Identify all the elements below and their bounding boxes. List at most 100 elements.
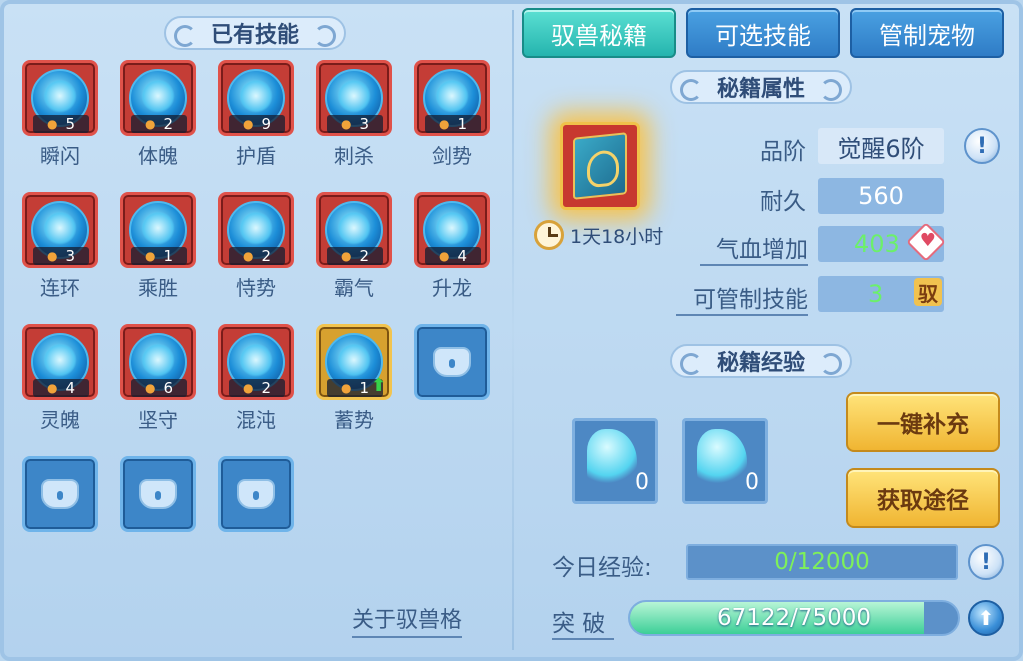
timer: 1天18小时 [534, 220, 663, 250]
book-cover [573, 132, 627, 200]
breakthrough-label: 突 破 [552, 604, 614, 640]
grade-label: 品阶 [760, 139, 806, 165]
skill-name: 剑势 [432, 144, 472, 168]
skill-slot[interactable]: ● 2 霸气 [314, 192, 394, 300]
manual-exp-title-text: 秘籍经验 [716, 351, 805, 376]
skill-name: 刺杀 [334, 144, 374, 168]
skill-level: 9 [261, 115, 272, 133]
skill-slot[interactable]: ● 2 恃势 [216, 192, 296, 300]
skill-icon: ● 3 [22, 192, 98, 268]
skill-level-badge: ● 2 [131, 115, 187, 133]
skill-level-badge: ● 1 [425, 115, 481, 133]
paw-icon: ● [144, 117, 156, 131]
paw-icon: ● [340, 249, 352, 263]
hp-bonus-value-text: 403 [854, 230, 900, 258]
skill-icon: ● 2 [120, 60, 196, 136]
manual-attributes-title-text: 秘籍属性 [716, 77, 805, 102]
skill-level: 2 [261, 247, 272, 265]
skill-slot[interactable]: ● 2 体魄 [118, 60, 198, 168]
skill-level: 5 [65, 115, 76, 133]
lock-icon [139, 479, 177, 509]
skill-glyph [435, 79, 469, 113]
durability-value: 560 [818, 178, 944, 214]
tab-controlled-pets[interactable]: 管制宠物 [850, 8, 1004, 58]
skill-glyph [141, 79, 175, 113]
paw-icon: ● [46, 249, 58, 263]
skill-icon: ● 4 [22, 324, 98, 400]
skill-icon: ● 6 [120, 324, 196, 400]
skill-slot[interactable]: ● 6 坚守 [118, 324, 198, 432]
skill-level: 2 [359, 247, 370, 265]
paw-icon: ● [242, 117, 254, 131]
skill-glyph [239, 343, 273, 377]
skill-glyph [43, 343, 77, 377]
locked-slot[interactable] [120, 456, 196, 532]
skill-level-badge: ● 1 [131, 247, 187, 265]
breakthrough-up-button[interactable]: ⬆ [968, 600, 1004, 636]
about-link[interactable]: 关于驭兽格 [352, 602, 463, 638]
manual-exp-title: 秘籍经验 [670, 344, 852, 378]
skill-name: 体魄 [138, 144, 178, 168]
locked-slot[interactable] [414, 324, 490, 400]
skill-name: 蓄势 [334, 408, 374, 432]
lock-icon [433, 347, 471, 377]
skill-level-badge: ● 3 [327, 115, 383, 133]
grade-info-button[interactable]: ! [964, 128, 1000, 164]
locked-slot[interactable] [218, 456, 294, 532]
timer-text: 1天18小时 [570, 225, 664, 248]
skill-slot[interactable]: ● 9 护盾 [216, 60, 296, 168]
skill-slot[interactable]: ● 4 灵魄 [20, 324, 100, 432]
skill-glyph [435, 211, 469, 245]
skill-level-badge: ● 2 [229, 379, 285, 397]
skill-slot[interactable]: ● 4 升龙 [412, 192, 492, 300]
lock-icon [41, 479, 79, 509]
paw-icon: ● [46, 117, 58, 131]
skill-slot[interactable]: ● 1 剑势 [412, 60, 492, 168]
durability-label: 耐久 [760, 189, 806, 215]
skill-level-badge: ● 5 [33, 115, 89, 133]
clock-icon [534, 220, 564, 250]
today-exp-value-text: 0/12000 [774, 549, 870, 575]
tab-beast-manual[interactable]: 驭兽秘籍 [522, 8, 676, 58]
manual-attributes-title: 秘籍属性 [670, 70, 852, 104]
exp-item-2[interactable]: 0 [682, 418, 768, 504]
skill-level: 6 [163, 379, 174, 397]
paw-icon: ● [242, 249, 254, 263]
skill-glyph [337, 211, 371, 245]
skill-name: 霸气 [334, 276, 374, 300]
manual-book-icon[interactable] [560, 122, 640, 210]
skill-slot[interactable]: ● 2 混沌 [216, 324, 296, 432]
skill-slot[interactable]: ● 1 乘胜 [118, 192, 198, 300]
skill-name: 护盾 [236, 144, 276, 168]
skill-name: 恃势 [236, 276, 276, 300]
today-exp-info-button[interactable]: ! [968, 544, 1004, 580]
skill-level: 4 [457, 247, 468, 265]
skill-slot[interactable]: ● 3 连环 [20, 192, 100, 300]
paw-icon: ● [340, 381, 352, 395]
skill-slot[interactable]: ● 5 瞬闪 [20, 60, 100, 168]
skill-glyph [337, 79, 371, 113]
skill-icon: ● 9 [218, 60, 294, 136]
locked-slot[interactable] [22, 456, 98, 532]
today-exp-value: 0/12000 [686, 544, 958, 580]
skill-icon: ● 2 [218, 324, 294, 400]
refill-button[interactable]: 一键补充 [846, 392, 1000, 452]
upgrade-arrow-icon: ⬆ [371, 375, 387, 396]
skill-level-badge: ● 3 [33, 247, 89, 265]
skill-level: 1 [359, 379, 370, 397]
paw-icon: ● [438, 117, 450, 131]
skill-slot[interactable]: ● 3 刺杀 [314, 60, 394, 168]
panel-divider [512, 10, 514, 650]
skill-name: 乘胜 [138, 276, 178, 300]
obtain-button[interactable]: 获取途径 [846, 468, 1000, 528]
skill-glyph [239, 211, 273, 245]
paw-icon: ● [438, 249, 450, 263]
skill-level-badge: ● 9 [229, 115, 285, 133]
tab-optional-skills[interactable]: 可选技能 [686, 8, 840, 58]
skill-level: 3 [359, 115, 370, 133]
skill-glyph [239, 79, 273, 113]
skill-level: 2 [163, 115, 174, 133]
exp-item-1[interactable]: 0 [572, 418, 658, 504]
skill-slot[interactable]: ● 1 ⬆ 蓄势 [314, 324, 394, 432]
skill-level-badge: ● 4 [33, 379, 89, 397]
